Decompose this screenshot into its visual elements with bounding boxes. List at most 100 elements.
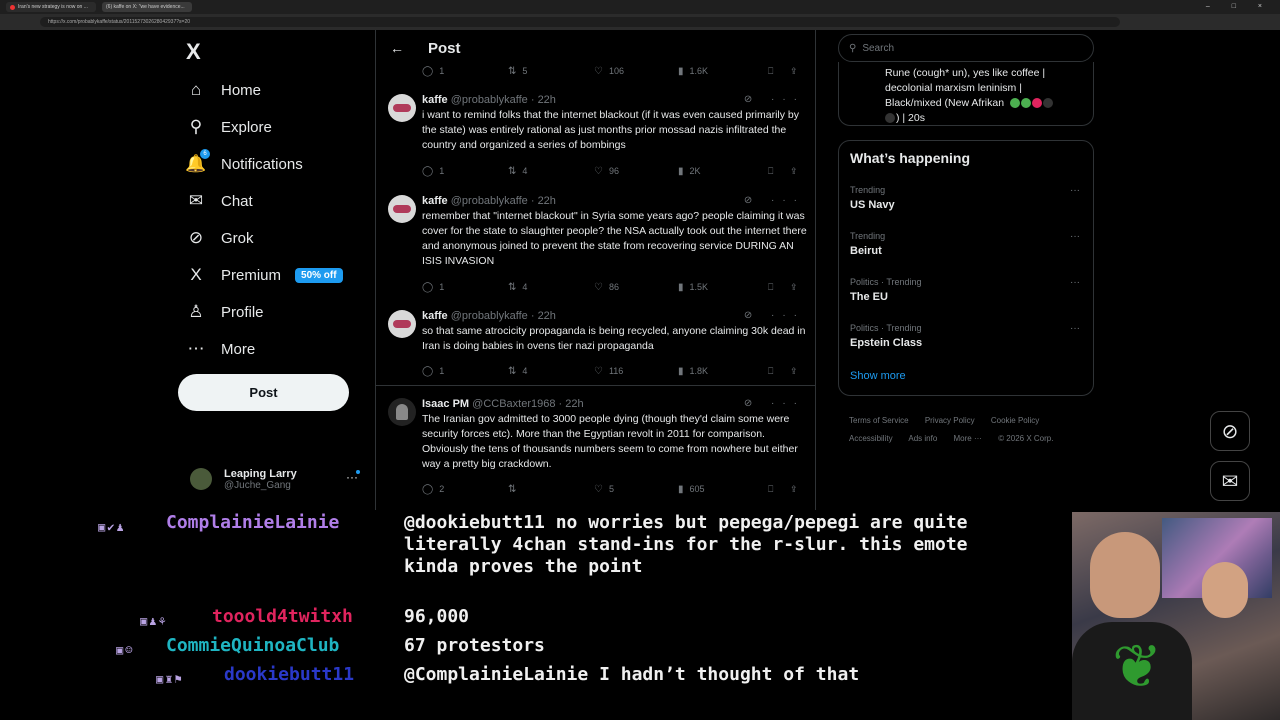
avatar[interactable] [388,195,416,223]
nav-explore[interactable]: ⚲ Explore [186,113,272,141]
reply-button[interactable]: ◯ 1 [422,66,508,77]
share-icon[interactable]: ⇪ [790,484,806,495]
post-button[interactable]: Post [178,374,349,411]
chat-username[interactable]: ComplainieLainie [166,512,339,534]
reply-button[interactable]: ◯ 1 [422,166,508,177]
tweet-author-name[interactable]: kaffe [422,310,448,322]
account-switcher[interactable]: Leaping Larry @Juche_Gang ··· [190,462,360,496]
more-icon[interactable]: ··· [1070,231,1080,242]
footer-link[interactable]: More ··· [954,434,982,443]
nav-premium[interactable]: X Premium 50% off [186,261,343,289]
more-icon[interactable]: ··· [1070,323,1080,334]
chat-username[interactable]: tooold4twitxh [212,606,353,628]
share-icon[interactable]: ⇪ [790,66,806,77]
reply-button[interactable]: ◯ 1 [422,282,508,293]
like-button[interactable]: ♡ 96 [594,166,678,177]
like-button[interactable]: ♡ 5 [594,484,678,495]
bookmark-icon[interactable]: ⎕ [768,282,790,293]
repost-button[interactable]: ⇅ 4 [508,282,594,293]
more-icon[interactable]: ··· [1070,185,1080,196]
bookmark-icon[interactable]: ⎕ [768,166,790,177]
trend-item[interactable]: Politics · Trending Epstein Class ··· [850,323,1086,349]
tweet[interactable]: kaffe @probablykaffe · 22h ⊘ ··· remembe… [376,195,815,305]
reply-button[interactable]: ◯ 2 [422,484,508,495]
show-more-link[interactable]: Show more [850,370,906,382]
nav-chat[interactable]: ✉ Chat [186,187,253,215]
grok-icon[interactable]: ⊘ ··· [744,94,805,105]
tweet-time[interactable]: 22h [538,94,556,106]
heart-icon: ♡ [594,165,603,177]
grok-icon[interactable]: ⊘ ··· [744,310,805,321]
reply-button[interactable]: ◯ 1 [422,366,508,377]
tweet-author-handle[interactable]: @probablykaffe [451,94,528,106]
tweet-author-handle[interactable]: @probablykaffe [451,195,528,207]
tweet-author-handle[interactable]: @CCBaxter1968 [472,398,555,410]
like-button[interactable]: ♡ 116 [594,366,678,377]
tweet-time[interactable]: 22h [565,398,583,410]
trend-item[interactable]: Trending Beirut ··· [850,231,1086,257]
repost-button[interactable]: ⇅ 4 [508,366,594,377]
share-icon[interactable]: ⇪ [790,166,806,177]
nav-grok[interactable]: ⊘ Grok [186,224,254,252]
like-button[interactable]: ♡ 86 [594,282,678,293]
reply-count: 1 [439,282,445,292]
footer-link[interactable]: Accessibility [849,434,893,443]
search-input[interactable]: ⚲ Search [838,34,1094,62]
browser-tab[interactable]: Iran's new strategy is now on ... [6,2,96,12]
messages-float-icon[interactable]: ✉ [1210,461,1250,501]
x-logo-icon[interactable]: X [186,39,201,65]
repost-button[interactable]: ⇅ 4 [508,166,594,177]
avatar[interactable] [388,310,416,338]
tweet-actions: ◯ 1 ⇅ 4 ♡ 86 ▮ 1.5K ⎕ ⇪ [422,280,812,294]
views-button[interactable]: ▮ 1.8K [678,366,768,377]
tweet-author-handle[interactable]: @probablykaffe [451,310,528,322]
tweet-author-name[interactable]: Isaac PM [422,398,469,410]
trend-item[interactable]: Politics · Trending The EU ··· [850,277,1086,303]
footer-link[interactable]: Cookie Policy [991,416,1039,425]
grok-icon[interactable]: ⊘ ··· [744,398,805,409]
nav-profile[interactable]: ♙ Profile [186,298,263,326]
chat-text: @dookiebutt11 no worries but pepega/pepe… [404,512,979,577]
chat-username[interactable]: CommieQuinoaClub [166,635,339,657]
views-button[interactable]: ▮ 1.5K [678,282,768,293]
tweet-time[interactable]: 22h [538,195,556,207]
tweet[interactable]: Isaac PM @CCBaxter1968 · 22h ⊘ ··· The I… [376,398,815,504]
views-button[interactable]: ▮ 605 [678,484,768,495]
nav-notifications[interactable]: 🔔 6 Notifications [185,149,303,178]
trend-item[interactable]: Trending US Navy ··· [850,185,1086,211]
views-button[interactable]: ▮ 1.6K [678,66,768,77]
bookmark-icon[interactable]: ⎕ [768,366,790,377]
footer-link[interactable]: Terms of Service [849,416,909,425]
profile-bio-card: Rune (cough* un), yes like coffee | deco… [838,62,1094,126]
bookmark-icon[interactable]: ⎕ [768,66,790,77]
avatar[interactable] [388,398,416,426]
tweet-time[interactable]: 22h [538,310,556,322]
share-icon[interactable]: ⇪ [790,366,806,377]
share-icon[interactable]: ⇪ [790,282,806,293]
views-button[interactable]: ▮ 2K [678,166,768,177]
tweet[interactable]: kaffe @probablykaffe · 22h ⊘ ··· so that… [376,310,815,386]
nav-more[interactable]: ⋯ More [186,335,256,363]
like-button[interactable]: ♡ 106 [594,66,678,77]
grok-icon[interactable]: ⊘ ··· [744,195,805,206]
grok-float-icon[interactable]: ⊘ [1210,411,1250,451]
browser-tab-active[interactable]: (6) kaffe on X: "we have evidence... [102,2,192,12]
views-icon: ▮ [678,65,684,77]
footer-link[interactable]: Ads info [908,434,937,443]
url-input[interactable]: https://x.com/probablykaffe/status/20115… [40,17,1120,27]
nav-home[interactable]: ⌂ Home [186,76,261,104]
bookmark-icon[interactable]: ⎕ [768,484,790,495]
chat-username[interactable]: dookiebutt11 [224,664,354,686]
tweet-author-name[interactable]: kaffe [422,195,448,207]
repost-button[interactable]: ⇅ 5 [508,66,594,77]
tweet[interactable]: kaffe @probablykaffe · 22h ⊘ ··· i want … [376,94,815,190]
repost-button[interactable]: ⇅ [508,484,594,495]
more-icon[interactable]: ··· [1070,277,1080,288]
back-arrow-icon[interactable]: ← [390,40,404,56]
window-controls[interactable]: – □ × [1206,3,1272,10]
bio-text: ) | 20s [896,112,925,124]
tweet-author-name[interactable]: kaffe [422,94,448,106]
footer-link[interactable]: Privacy Policy [925,416,975,425]
avatar[interactable] [388,94,416,122]
profile-bio: Rune (cough* un), yes like coffee | deco… [885,66,1085,126]
